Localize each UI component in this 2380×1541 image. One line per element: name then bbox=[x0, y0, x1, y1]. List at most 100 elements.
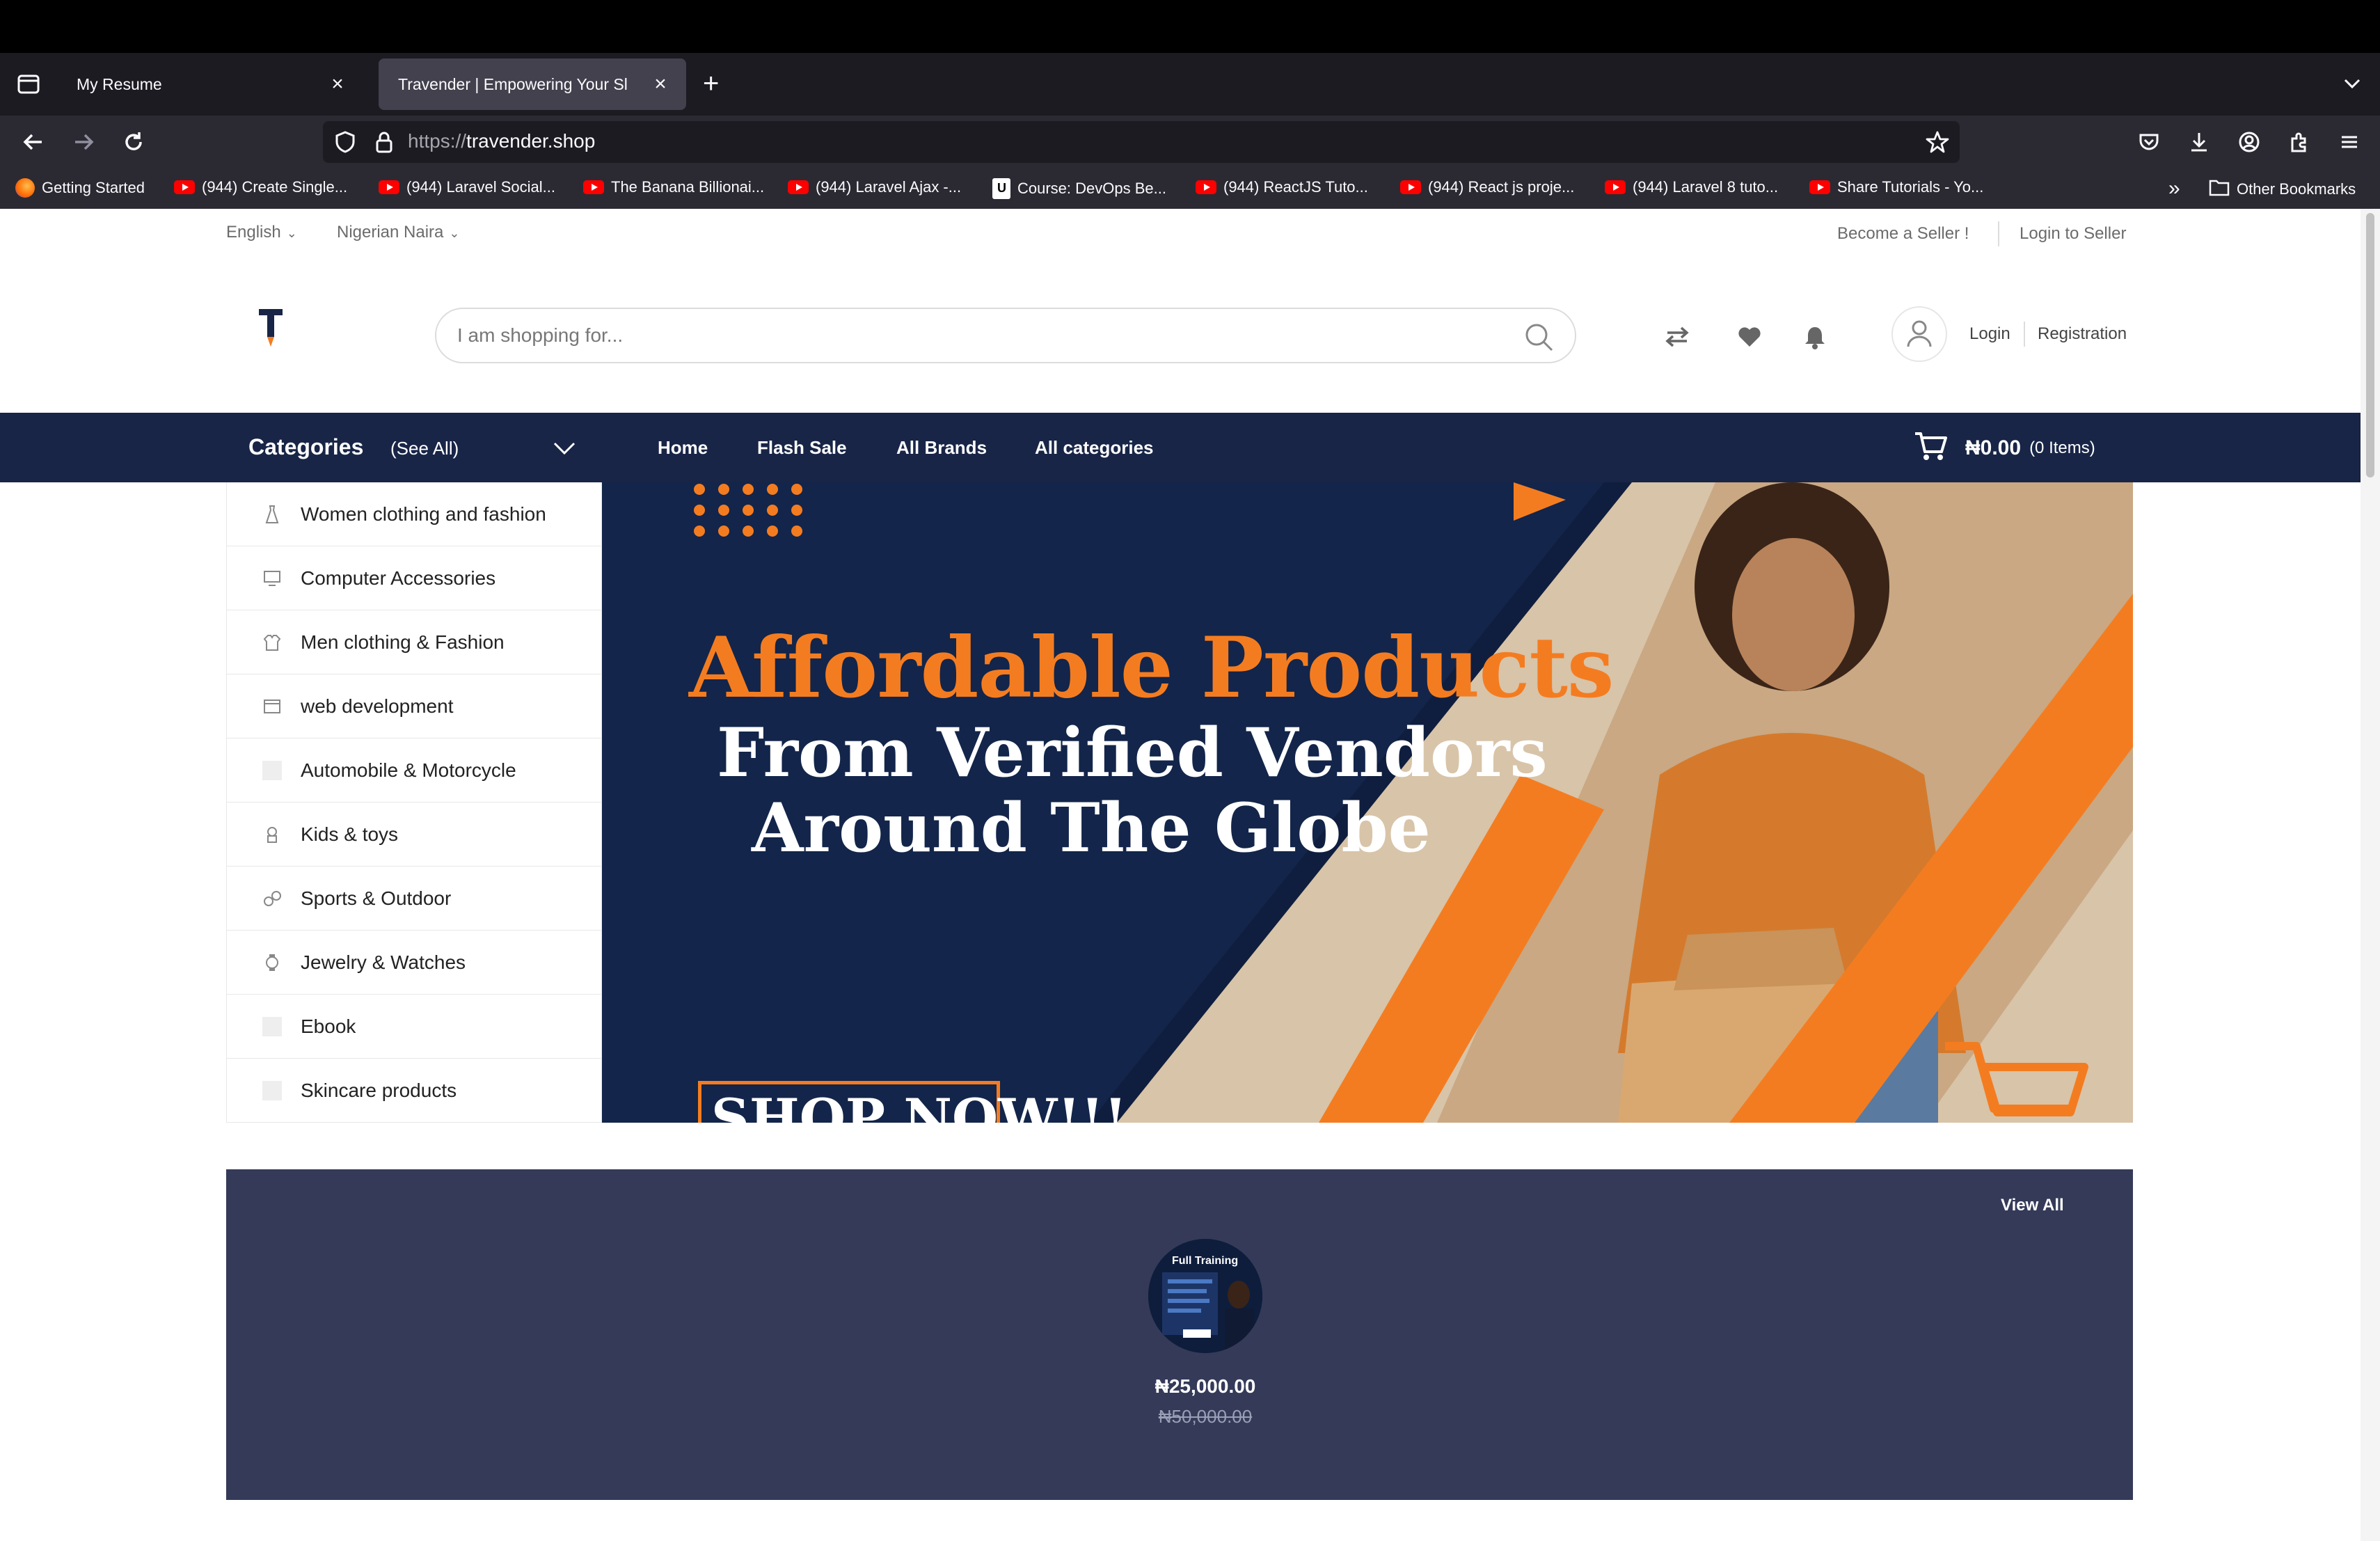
youtube-icon bbox=[1196, 180, 1216, 194]
language-label: English bbox=[226, 223, 281, 242]
nav-all-brands[interactable]: All Brands bbox=[896, 437, 987, 459]
category-list: Women clothing and fashion Computer Acce… bbox=[226, 482, 602, 1123]
bookmark-item[interactable]: (944) React js proje... bbox=[1400, 178, 1574, 196]
menu-icon[interactable] bbox=[2333, 125, 2366, 159]
bookmark-label: (944) Laravel 8 tuto... bbox=[1633, 178, 1779, 196]
forward-arrow-icon[interactable] bbox=[68, 127, 99, 157]
compare-icon[interactable] bbox=[1662, 322, 1692, 352]
cart-button[interactable]: ₦0.00 (0 Items) bbox=[1914, 431, 2095, 465]
scrollbar-thumb[interactable] bbox=[2366, 213, 2374, 477]
bookmark-label: (944) Laravel Social... bbox=[406, 178, 555, 196]
tab-overview-icon[interactable] bbox=[14, 70, 43, 99]
hero-banner[interactable]: Affordable Products From Verified Vendor… bbox=[602, 482, 2133, 1123]
tab-travender[interactable]: Travender | Empowering Your Sl × bbox=[379, 58, 686, 110]
login-seller-link[interactable]: Login to Seller bbox=[2020, 224, 2126, 244]
chevron-down-icon[interactable] bbox=[2340, 71, 2365, 96]
tab-title: My Resume bbox=[77, 74, 162, 93]
category-item[interactable]: Computer Accessories bbox=[227, 546, 601, 610]
chevron-down-icon: ⌄ bbox=[449, 226, 460, 240]
category-label: Ebook bbox=[301, 1015, 356, 1037]
category-label: Computer Accessories bbox=[301, 567, 496, 589]
user-avatar[interactable] bbox=[1891, 306, 1947, 362]
browser-nav-bar: https://travender.shop bbox=[0, 116, 2380, 168]
category-item[interactable]: Women clothing and fashion bbox=[227, 482, 601, 546]
bookmark-item[interactable]: Getting Started bbox=[15, 178, 145, 198]
url-host: travender.shop bbox=[466, 130, 596, 152]
reload-icon[interactable] bbox=[118, 127, 149, 157]
lock-icon[interactable] bbox=[372, 129, 397, 158]
category-item[interactable]: Ebook bbox=[227, 995, 601, 1059]
login-link[interactable]: Login bbox=[1969, 324, 2010, 344]
close-icon[interactable]: × bbox=[651, 72, 669, 95]
category-label: Automobile & Motorcycle bbox=[301, 759, 516, 781]
become-seller-link[interactable]: Become a Seller ! bbox=[1837, 224, 1969, 244]
category-item[interactable]: Men clothing & Fashion bbox=[227, 610, 601, 674]
nav-all-categories[interactable]: All categories bbox=[1035, 437, 1154, 459]
see-all-link[interactable]: (See All) bbox=[390, 438, 459, 459]
categories-toggle[interactable]: Categories (See All) bbox=[226, 413, 602, 482]
category-item[interactable]: Jewelry & Watches bbox=[227, 931, 601, 995]
language-select[interactable]: English ⌄ bbox=[226, 223, 297, 242]
registration-link[interactable]: Registration bbox=[2038, 324, 2127, 344]
other-bookmarks[interactable]: Other Bookmarks bbox=[2209, 178, 2356, 200]
search-icon[interactable] bbox=[1523, 322, 1554, 356]
category-item[interactable]: Sports & Outdoor bbox=[227, 867, 601, 931]
top-bar: English ⌄ Nigerian Naira ⌄ Become a Seller… bbox=[0, 209, 2361, 256]
udemy-icon bbox=[992, 178, 1010, 199]
bookmark-item[interactable]: (944) Laravel Social... bbox=[379, 178, 555, 196]
nav-home[interactable]: Home bbox=[658, 437, 708, 459]
site-logo[interactable]: T bbox=[256, 306, 285, 348]
folder-icon bbox=[2209, 178, 2230, 200]
tab-title: Travender | Empowering Your Sl bbox=[398, 74, 628, 93]
bookmark-item[interactable]: (944) Create Single... bbox=[174, 178, 347, 196]
placeholder-icon bbox=[262, 760, 283, 781]
category-item[interactable]: web development bbox=[227, 674, 601, 738]
tab-my-resume[interactable]: My Resume × bbox=[57, 58, 363, 110]
pocket-icon[interactable] bbox=[2132, 125, 2166, 159]
chevron-double-right-icon[interactable]: » bbox=[2168, 177, 2180, 200]
bookmark-label: (944) Laravel Ajax -... bbox=[816, 178, 962, 196]
search-box[interactable] bbox=[435, 308, 1576, 363]
heart-icon[interactable] bbox=[1734, 322, 1765, 352]
currency-label: Nigerian Naira bbox=[337, 223, 444, 242]
bookmark-item[interactable]: (944) ReactJS Tuto... bbox=[1196, 178, 1368, 196]
chevron-down-icon: ⌄ bbox=[286, 226, 297, 240]
shop-now-button[interactable]: SHOP NOW!!! bbox=[698, 1081, 1127, 1123]
bookmark-item[interactable]: Course: DevOps Be... bbox=[992, 178, 1166, 199]
bookmark-item[interactable]: (944) Laravel Ajax -... bbox=[788, 178, 961, 196]
close-icon[interactable]: × bbox=[328, 72, 347, 95]
bookmark-label: (944) Create Single... bbox=[202, 178, 348, 196]
page-scrollbar[interactable] bbox=[2361, 209, 2380, 1541]
extensions-icon[interactable] bbox=[2283, 125, 2316, 159]
shield-icon[interactable] bbox=[333, 129, 358, 158]
bookmark-item[interactable]: (944) Laravel 8 tuto... bbox=[1605, 178, 1778, 196]
product-thumbnail[interactable]: Full Training bbox=[1148, 1239, 1262, 1353]
category-item[interactable]: Kids & toys bbox=[227, 803, 601, 867]
cart-icon bbox=[1914, 431, 1947, 465]
address-bar[interactable]: https://travender.shop bbox=[323, 121, 1960, 163]
search-input[interactable] bbox=[457, 322, 1487, 349]
nav-flash-sale[interactable]: Flash Sale bbox=[757, 437, 847, 459]
category-label: Women clothing and fashion bbox=[301, 503, 546, 525]
currency-select[interactable]: Nigerian Naira ⌄ bbox=[337, 223, 460, 242]
product-old-price: ₦50,000.00 bbox=[1158, 1406, 1253, 1427]
divider bbox=[2024, 322, 2025, 347]
bookmark-item[interactable]: The Banana Billionai... bbox=[583, 178, 764, 196]
download-icon[interactable] bbox=[2182, 125, 2216, 159]
chevron-down-icon[interactable] bbox=[550, 434, 578, 465]
back-arrow-icon[interactable] bbox=[18, 127, 49, 157]
category-label: Kids & toys bbox=[301, 823, 399, 845]
category-label: Men clothing & Fashion bbox=[301, 631, 505, 653]
bell-icon[interactable] bbox=[1800, 322, 1830, 352]
product-price: ₦25,000.00 bbox=[1155, 1375, 1256, 1397]
category-item[interactable]: Automobile & Motorcycle bbox=[227, 738, 601, 803]
account-icon[interactable] bbox=[2232, 125, 2266, 159]
product-card[interactable]: Full Training ₦25,000.00 ₦50,000.00 bbox=[1122, 1239, 1289, 1428]
category-item[interactable]: Skincare products bbox=[227, 1059, 601, 1123]
star-icon[interactable] bbox=[1925, 129, 1950, 158]
view-all-link[interactable]: View All bbox=[2001, 1196, 2064, 1215]
new-tab-button[interactable]: + bbox=[703, 70, 719, 97]
bookmark-label: Getting Started bbox=[42, 179, 145, 196]
thumb-title: Full Training bbox=[1172, 1255, 1238, 1267]
bookmark-item[interactable]: Share Tutorials - Yo... bbox=[1809, 178, 1983, 196]
